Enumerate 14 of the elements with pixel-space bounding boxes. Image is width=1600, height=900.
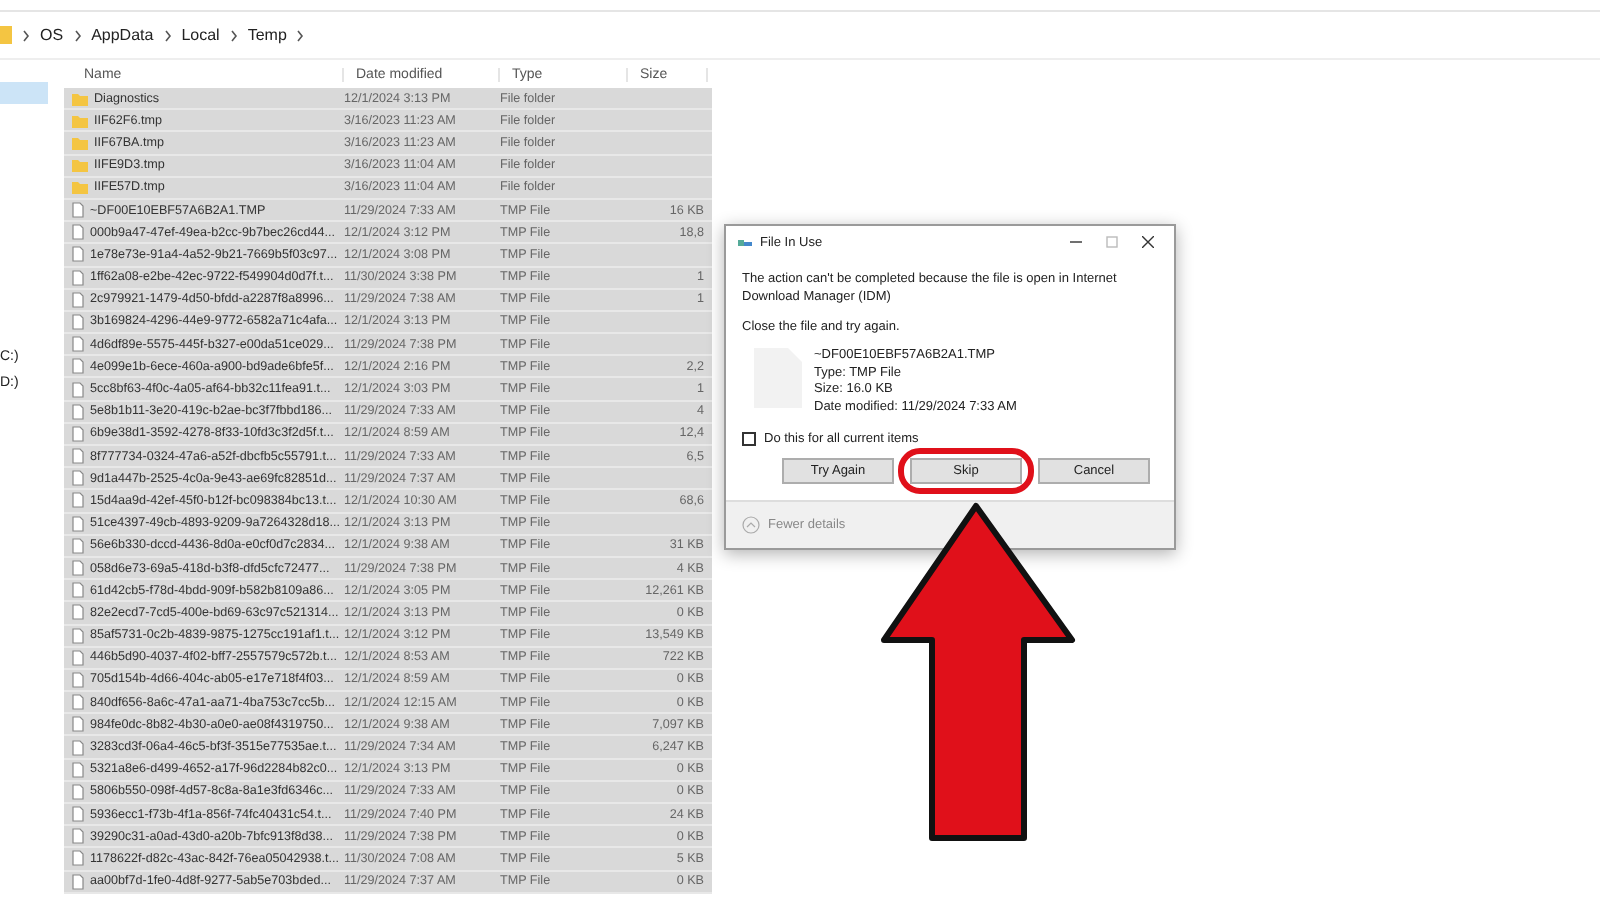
chevron-right-icon: [22, 29, 30, 41]
chevron-right-icon: [229, 29, 238, 41]
folder-icon: [0, 26, 12, 44]
breadcrumb[interactable]: AppData: [91, 26, 154, 44]
checkbox[interactable]: [742, 432, 756, 446]
breadcrumb[interactable]: OS: [40, 26, 64, 44]
chevron-right-icon: [163, 29, 172, 41]
minimize-button[interactable]: [1070, 236, 1082, 248]
close-button[interactable]: [1142, 236, 1154, 248]
chevron-right-icon: [73, 29, 82, 41]
breadcrumb[interactable]: Local: [181, 26, 220, 44]
app-icon: [738, 237, 752, 247]
chevron-right-icon: [296, 29, 305, 41]
breadcrumb[interactable]: Temp: [247, 26, 287, 44]
